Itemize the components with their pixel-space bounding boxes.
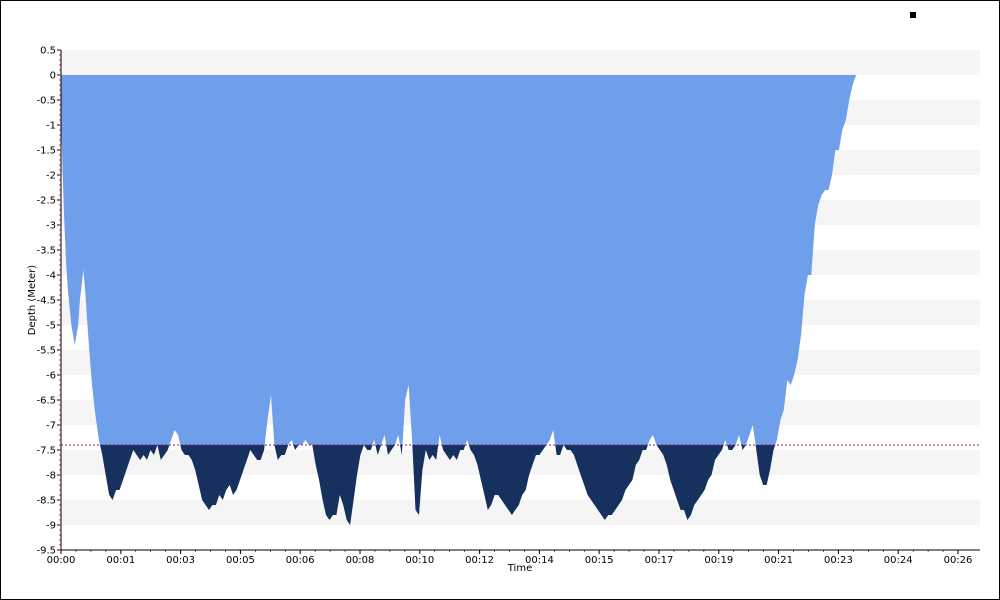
grid-band: [61, 50, 980, 75]
y-tick-label: 0.5: [40, 46, 56, 57]
y-tick-label: -9: [46, 521, 56, 532]
x-tick-label: 00:24: [884, 555, 913, 566]
x-tick-label: 00:03: [166, 555, 195, 566]
y-tick-label: -3: [46, 221, 56, 232]
x-tick-label: 00:19: [704, 555, 733, 566]
y-tick-label: -1: [46, 121, 56, 132]
y-tick-label: -4: [46, 271, 56, 282]
x-tick-label: 00:00: [47, 555, 76, 566]
y-tick-label: 0: [50, 71, 56, 82]
x-tick-label: 00:05: [226, 555, 255, 566]
x-tick-label: 00:23: [824, 555, 853, 566]
x-tick-label: 00:26: [944, 555, 973, 566]
x-tick-label: 00:10: [405, 555, 434, 566]
y-tick-label: -0.5: [36, 96, 56, 107]
x-tick-label: 00:01: [106, 555, 135, 566]
y-tick-label: -2.5: [36, 196, 56, 207]
x-axis-title: Time: [507, 563, 532, 574]
x-tick-label: 00:17: [645, 555, 674, 566]
grid-band: [61, 500, 980, 525]
y-tick-label: -8: [46, 471, 56, 482]
y-tick-label: -7.5: [36, 446, 56, 457]
y-tick-label: -5.5: [36, 346, 56, 357]
y-axis-ticks: 0.5 0 -0.5 -1 -1.5 -2 -2.5 -3 -3.5 -4 -4.5 -5 -5.5 -6…: [36, 46, 61, 557]
y-tick-label: -5: [46, 321, 56, 332]
y-tick-label: -6.5: [36, 396, 56, 407]
legend-marker: [910, 12, 916, 18]
y-tick-label: -6: [46, 371, 56, 382]
x-tick-label: 00:08: [346, 555, 375, 566]
y-axis-title: Depth (Meter): [27, 265, 38, 336]
y-tick-label: -2: [46, 171, 56, 182]
depth-chart: 0.5 0 -0.5 -1 -1.5 -2 -2.5 -3 -3.5 -4 -4.5 -5 -5.5 -6…: [27, 12, 980, 574]
y-tick-label: -1.5: [36, 146, 56, 157]
x-tick-label: 00:15: [585, 555, 614, 566]
y-tick-label: -7: [46, 421, 56, 432]
y-tick-label: -8.5: [36, 496, 56, 507]
x-tick-label: 00:21: [764, 555, 793, 566]
x-tick-label: 00:12: [465, 555, 494, 566]
y-tick-label: -4.5: [36, 296, 56, 307]
x-tick-label: 00:06: [286, 555, 315, 566]
y-tick-label: -3.5: [36, 246, 56, 257]
